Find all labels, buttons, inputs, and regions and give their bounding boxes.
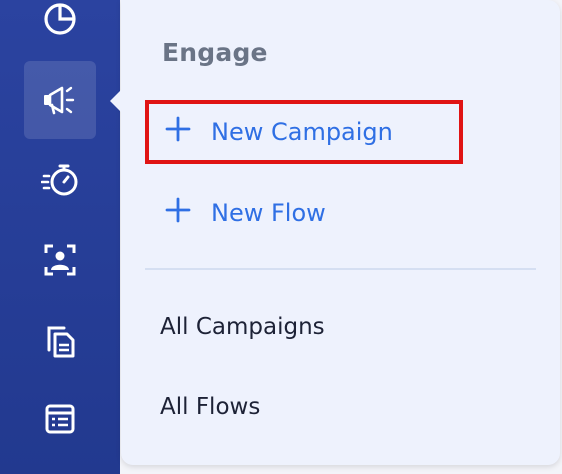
sidebar-item-analytics[interactable] xyxy=(24,0,96,58)
table-icon xyxy=(44,403,76,435)
menu-divider xyxy=(145,268,536,270)
menu-title: Engage xyxy=(162,38,268,67)
contact-card-icon xyxy=(43,243,77,277)
megaphone-icon xyxy=(42,85,78,115)
plus-icon xyxy=(165,197,191,229)
copy-document-icon xyxy=(44,323,76,359)
stopwatch-icon xyxy=(41,163,79,197)
new-campaign-button[interactable]: New Campaign xyxy=(165,112,393,152)
pie-chart-icon xyxy=(43,2,77,36)
sidebar-item-engage[interactable] xyxy=(24,61,96,139)
plus-icon xyxy=(165,116,191,148)
sidebar-item-reports[interactable] xyxy=(24,380,96,458)
menu-pointer xyxy=(110,90,121,112)
sidebar xyxy=(0,0,120,474)
engage-flyout-menu: Engage New Campaign New Flow All Campaig… xyxy=(110,0,560,465)
all-flows-link[interactable]: All Flows xyxy=(160,390,260,424)
sidebar-item-contacts[interactable] xyxy=(24,221,96,299)
new-flow-label: New Flow xyxy=(211,199,326,227)
sidebar-item-timer[interactable] xyxy=(24,141,96,219)
all-campaigns-link[interactable]: All Campaigns xyxy=(160,310,325,344)
sidebar-item-content[interactable] xyxy=(24,302,96,380)
new-flow-button[interactable]: New Flow xyxy=(165,193,326,233)
new-campaign-label: New Campaign xyxy=(211,118,393,146)
